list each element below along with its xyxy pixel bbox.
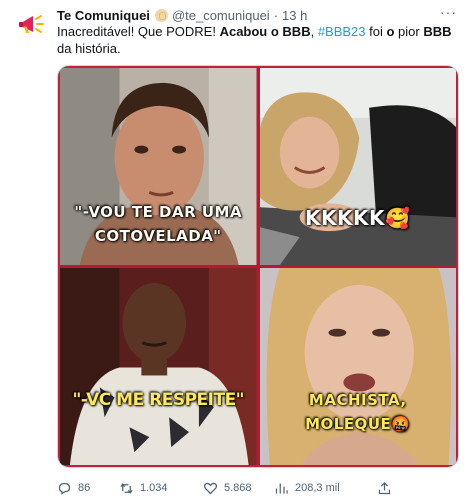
views-button[interactable]: 208,3 mil bbox=[274, 481, 340, 496]
meme-caption: "-VC ME RESPEITE" bbox=[72, 390, 245, 410]
text-part: pior bbox=[394, 24, 424, 39]
text-bold: Acabou o BBB bbox=[219, 24, 311, 39]
caption-line: MOLEQUE🤬 bbox=[305, 415, 411, 433]
meme-caption: MACHISTA, MOLEQUE🤬 bbox=[260, 388, 457, 436]
verified-badge-icon bbox=[154, 8, 168, 22]
woman-lying-image bbox=[259, 68, 456, 265]
meme-caption: "-VOU TE DAR UMA COTOVELADA" bbox=[60, 200, 257, 248]
reply-icon bbox=[58, 482, 71, 495]
meme-caption: KKKKK🥰 bbox=[305, 206, 411, 230]
caption-line: COTOVELADA" bbox=[94, 227, 222, 245]
timestamp[interactable]: 13 h bbox=[282, 8, 307, 23]
views-count: 208,3 mil bbox=[295, 482, 340, 494]
like-count: 5.868 bbox=[224, 482, 252, 494]
retweet-button[interactable]: 1.034 bbox=[119, 481, 168, 496]
display-name[interactable]: Te Comuniquei bbox=[57, 8, 150, 23]
meme-panel-bottom-left: "-VC ME RESPEITE" bbox=[60, 268, 257, 465]
man-patterned-shirt-image bbox=[60, 268, 257, 465]
share-button[interactable] bbox=[377, 481, 398, 496]
share-icon bbox=[378, 481, 391, 494]
heart-icon bbox=[203, 482, 218, 494]
meme-grid: "-VOU TE DAR UMA COTOVELADA" KKKKK🥰 "-VC… bbox=[60, 68, 456, 465]
reply-count: 86 bbox=[78, 482, 91, 494]
views-icon bbox=[275, 483, 288, 493]
text-part: da história. bbox=[57, 41, 121, 56]
megaphone-icon bbox=[19, 15, 44, 33]
avatar[interactable] bbox=[13, 7, 49, 43]
caption-line: MACHISTA, bbox=[308, 391, 407, 409]
handle[interactable]: @te_comuniquei bbox=[172, 8, 270, 23]
tweet-header: Te Comuniquei @te_comuniquei · 13 h bbox=[57, 6, 459, 24]
tweet-text: Inacreditável! Que PODRE! Acabou o BBB, … bbox=[57, 23, 453, 57]
text-part: , bbox=[310, 24, 318, 39]
text-part: Inacreditável! Que PODRE! bbox=[57, 24, 220, 39]
caption-line: "-VOU TE DAR UMA bbox=[74, 203, 243, 221]
hashtag-link[interactable]: #BBB23 bbox=[318, 24, 366, 39]
more-options-icon[interactable]: ··· bbox=[440, 4, 457, 20]
meme-panel-top-right: KKKKK🥰 bbox=[259, 68, 456, 265]
tweet-actions: 86 1.034 5.868 208,3 mil bbox=[57, 480, 462, 496]
separator-dot: · bbox=[273, 7, 279, 23]
tweet-media[interactable]: "-VOU TE DAR UMA COTOVELADA" KKKKK🥰 "-VC… bbox=[57, 65, 459, 468]
text-part: foi bbox=[365, 24, 387, 39]
text-bold: BBB bbox=[423, 24, 452, 39]
like-button[interactable]: 5.868 bbox=[203, 481, 252, 496]
tweet[interactable]: Te Comuniquei @te_comuniquei · 13 h ··· … bbox=[0, 0, 469, 499]
retweet-count: 1.034 bbox=[140, 482, 168, 494]
meme-panel-top-left: "-VOU TE DAR UMA COTOVELADA" bbox=[60, 68, 257, 265]
retweet-icon bbox=[120, 482, 133, 494]
meme-panel-bottom-right: MACHISTA, MOLEQUE🤬 bbox=[259, 268, 457, 465]
reply-button[interactable]: 86 bbox=[57, 481, 90, 496]
